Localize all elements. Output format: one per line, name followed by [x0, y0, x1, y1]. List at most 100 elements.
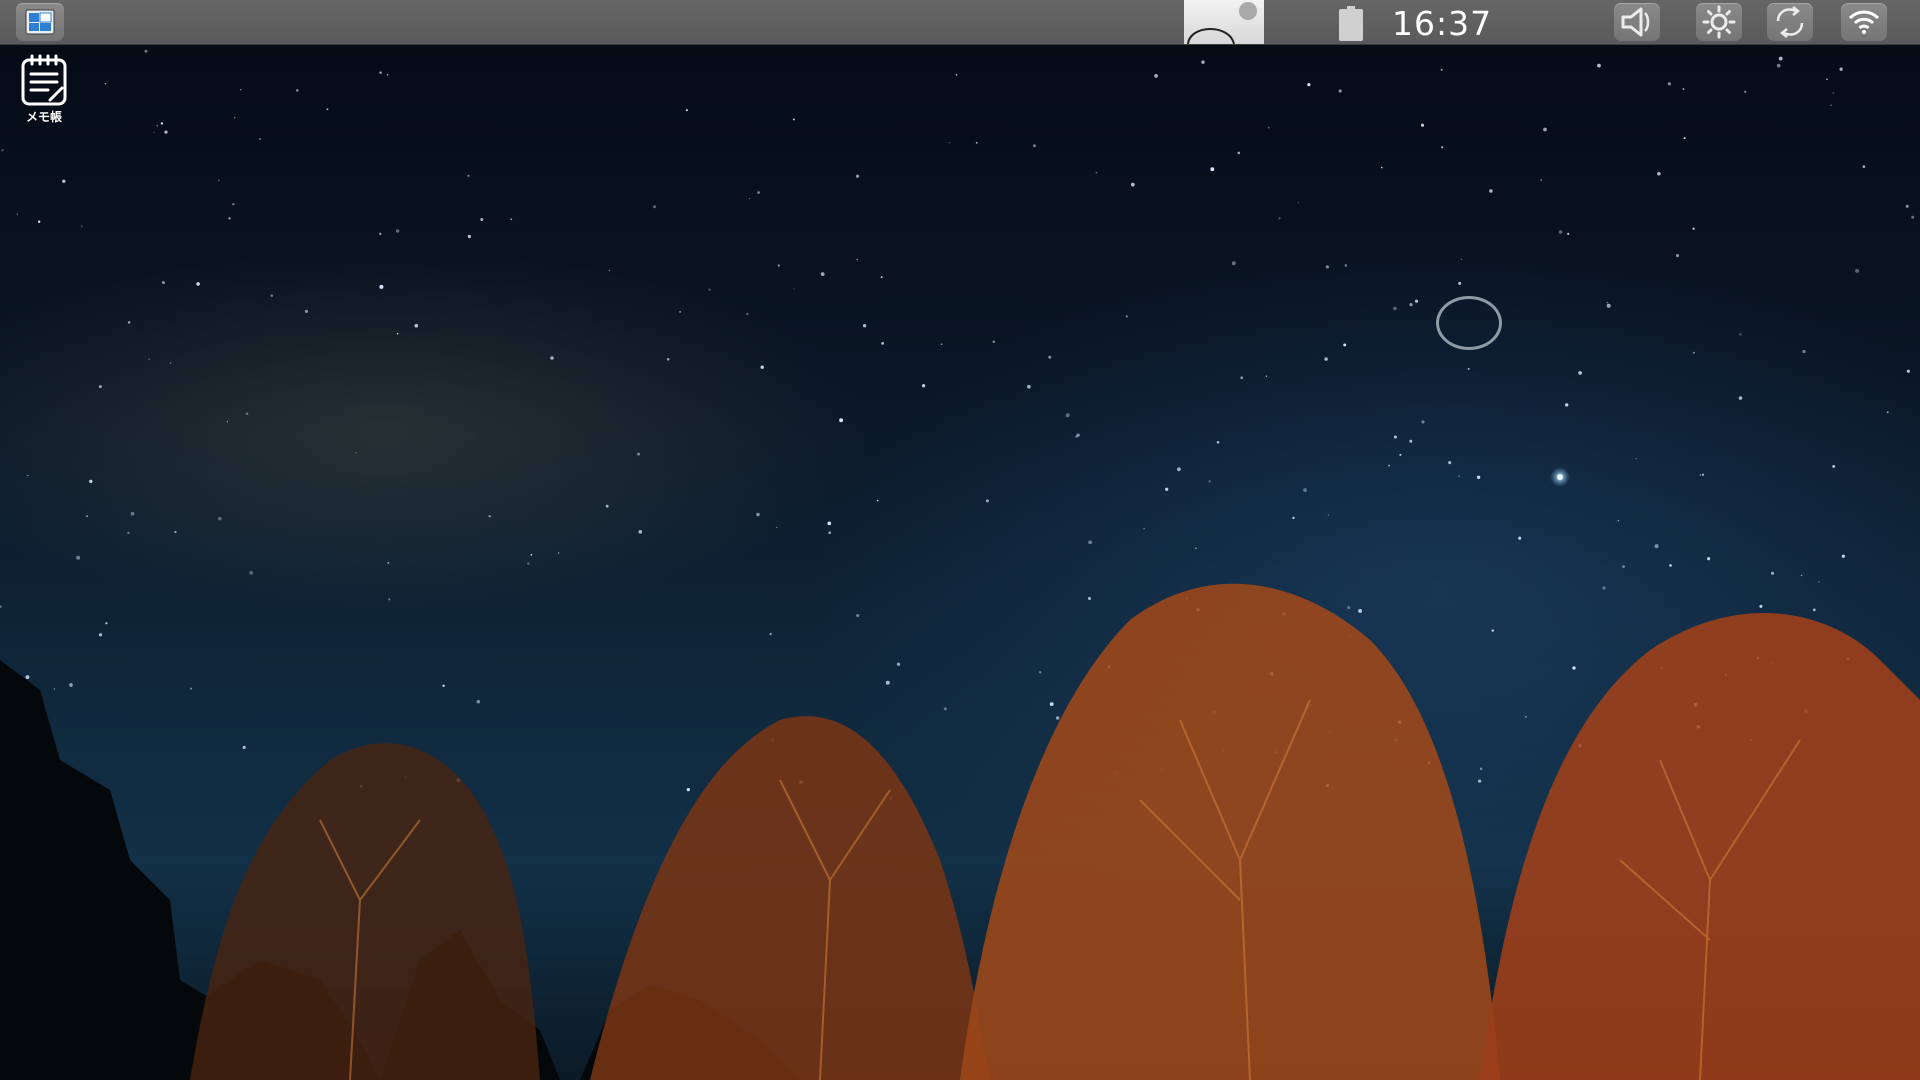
star [1087, 596, 1092, 601]
star [1095, 171, 1098, 174]
star [1381, 166, 1383, 169]
star [1567, 232, 1570, 236]
star [881, 342, 884, 345]
lit-trees [190, 583, 1920, 1080]
star [467, 234, 471, 239]
star [164, 130, 168, 134]
star [1657, 172, 1661, 176]
star [608, 269, 611, 272]
star [885, 680, 890, 685]
star [234, 117, 236, 119]
star [218, 517, 222, 521]
star [228, 217, 231, 220]
star [777, 264, 780, 267]
desktop-shortcut-notepad[interactable]: メモ帳 [12, 54, 76, 130]
star [379, 284, 384, 289]
star [605, 504, 609, 508]
star [226, 421, 228, 423]
star [442, 684, 445, 687]
star [1776, 63, 1781, 68]
star [190, 687, 193, 690]
star [0, 605, 2, 608]
star [1832, 92, 1834, 94]
star [1409, 439, 1413, 443]
star [1338, 89, 1342, 93]
star [1812, 608, 1816, 612]
star [1165, 487, 1169, 491]
star [242, 745, 246, 749]
star [638, 529, 643, 534]
star [1692, 227, 1695, 230]
star [105, 622, 108, 625]
star [37, 220, 41, 223]
desktop-shortcut-label: メモ帳 [25, 110, 62, 124]
star [1055, 716, 1060, 720]
star [1458, 475, 1460, 477]
star [1739, 333, 1742, 336]
star [160, 122, 164, 125]
star [161, 281, 165, 285]
star [1476, 475, 1481, 480]
star [896, 662, 901, 666]
star [1707, 557, 1711, 561]
battery-shape [1339, 6, 1363, 41]
clock[interactable]: 16:37 [1392, 4, 1492, 44]
brightness-button[interactable] [1696, 3, 1742, 41]
star [1195, 547, 1197, 549]
app-menu-button[interactable] [16, 3, 64, 41]
star [1048, 355, 1052, 359]
star [856, 613, 860, 618]
star [1826, 78, 1828, 81]
star [1622, 565, 1625, 568]
star [1231, 261, 1236, 266]
desktop[interactable]: 16:37 メモ帳 [0, 0, 1920, 1080]
star [1738, 396, 1743, 400]
star [1460, 258, 1463, 260]
star [550, 356, 554, 360]
star [828, 531, 832, 535]
star [757, 191, 761, 194]
user-avatar[interactable] [1184, 0, 1264, 44]
app-menu-icon [25, 9, 55, 35]
star [1154, 74, 1158, 78]
star [921, 384, 926, 388]
star [379, 232, 382, 236]
star [1088, 540, 1092, 545]
star [1208, 480, 1211, 483]
star [304, 309, 308, 313]
star [1420, 123, 1425, 127]
star [1324, 357, 1328, 361]
star [1441, 146, 1444, 149]
top-panel: 16:37 [0, 0, 1920, 45]
screen-rotate-icon [1776, 6, 1804, 38]
star [1540, 179, 1542, 181]
battery-icon[interactable] [1338, 6, 1364, 42]
star [467, 174, 470, 177]
star [948, 142, 950, 144]
star [1886, 411, 1889, 414]
star [1388, 464, 1390, 467]
wifi-button[interactable] [1841, 3, 1887, 41]
star [270, 294, 274, 297]
star [666, 358, 670, 361]
star [1344, 264, 1348, 267]
star [1265, 375, 1268, 377]
star [1278, 217, 1281, 220]
star [1440, 68, 1443, 71]
star [760, 365, 764, 369]
star [1076, 433, 1080, 437]
star [1802, 349, 1806, 354]
star [1478, 779, 1482, 783]
screen-rotate-button[interactable] [1767, 3, 1813, 41]
star [769, 632, 772, 636]
volume-button[interactable] [1614, 3, 1660, 41]
star [98, 633, 103, 637]
star [1027, 384, 1031, 389]
star [1307, 83, 1311, 87]
star [1210, 167, 1215, 172]
star [1699, 474, 1702, 476]
star [686, 787, 690, 792]
star [1692, 351, 1695, 354]
star [1176, 467, 1181, 472]
star [127, 321, 131, 324]
